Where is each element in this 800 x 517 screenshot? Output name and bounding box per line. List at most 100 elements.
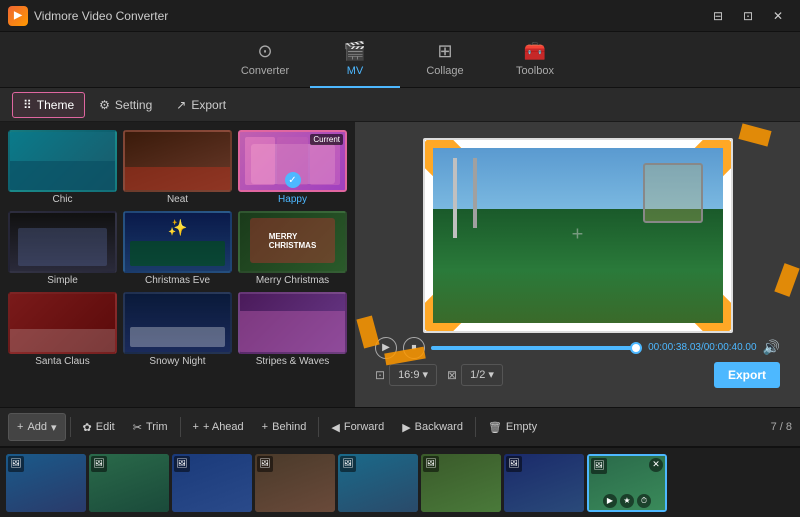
tab-mv[interactable]: 🎬 MV xyxy=(310,32,400,88)
volume-icon[interactable]: 🔊 xyxy=(763,339,780,356)
theme-snowy-night[interactable]: Snowy Night xyxy=(123,292,232,367)
forward-label: Forward xyxy=(344,421,384,433)
resolution-dropdown-icon: ▾ xyxy=(488,368,494,381)
tab-converter[interactable]: ⊙ Converter xyxy=(220,32,310,88)
theme-tab[interactable]: ⠿ Theme xyxy=(12,92,85,118)
edit-button[interactable]: ✿ Edit xyxy=(75,413,123,441)
progress-thumb xyxy=(630,342,642,354)
filmstrip-item-1[interactable]: 🖼 xyxy=(6,454,86,512)
filmstrip-item-5[interactable]: 🖼 xyxy=(338,454,418,512)
close-button[interactable]: ✕ xyxy=(764,6,792,26)
trim-button[interactable]: ✂ Trim xyxy=(125,413,176,441)
nav-tabs: ⊙ Converter 🎬 MV ⊞ Collage 🧰 Toolbox xyxy=(0,32,800,88)
setting-tab[interactable]: ⚙ Setting xyxy=(89,92,162,118)
tab-collage[interactable]: ⊞ Collage xyxy=(400,32,490,88)
theme-snowy-night-label: Snowy Night xyxy=(149,356,205,367)
theme-stripes-waves-thumb xyxy=(238,292,347,354)
resolution-button[interactable]: 1/2 ▾ xyxy=(461,364,503,386)
theme-christmas-eve-label: Christmas Eve xyxy=(145,275,210,286)
empty-trash-icon: 🗑 xyxy=(488,421,502,434)
resolution-value: 1/2 xyxy=(470,369,485,381)
add-clip-plus: + xyxy=(572,224,584,247)
theme-simple[interactable]: Simple xyxy=(8,211,117,286)
add-label: Add xyxy=(27,421,47,433)
tab-toolbox[interactable]: 🧰 Toolbox xyxy=(490,32,580,88)
theme-happy[interactable]: Current ✓ Happy xyxy=(238,130,347,205)
filmstrip-item-8[interactable]: 🖼 ✕ ▶ ★ ⏱ xyxy=(587,454,667,512)
page-count: 7 / 8 xyxy=(771,421,792,433)
sub-toolbar: ⠿ Theme ⚙ Setting ↗ Export xyxy=(0,88,800,122)
ahead-label: + Ahead xyxy=(203,421,244,433)
filmstrip-item-3[interactable]: 🖼 xyxy=(172,454,252,512)
theme-christmas-eve-thumb: ✨ xyxy=(123,211,232,273)
progress-fill xyxy=(431,346,632,350)
theme-christmas-eve[interactable]: ✨ Christmas Eve xyxy=(123,211,232,286)
aspect-ratio-button[interactable]: 16:9 ▾ xyxy=(389,364,437,386)
add-dropdown-icon: ▾ xyxy=(51,421,57,434)
filmstrip-item-6[interactable]: 🖼 xyxy=(421,454,501,512)
tab-collage-label: Collage xyxy=(426,65,463,77)
title-bar-controls: ⊟ ⊡ ✕ xyxy=(704,6,792,26)
aspect-icon: ⊡ xyxy=(375,368,385,382)
ahead-button[interactable]: + + Ahead xyxy=(185,413,252,441)
trim-scissors-icon: ✂ xyxy=(133,421,142,434)
tab-mv-label: MV xyxy=(347,65,364,77)
filmstrip-star-btn[interactable]: ★ xyxy=(620,494,634,508)
behind-label: Behind xyxy=(272,421,306,433)
toolbox-icon: 🧰 xyxy=(524,41,546,62)
theme-neat[interactable]: Neat xyxy=(123,130,232,205)
theme-stripes-waves-label: Stripes & Waves xyxy=(256,356,330,367)
theme-santa-claus-thumb xyxy=(8,292,117,354)
filmstrip-clock-btn[interactable]: ⏱ xyxy=(637,494,651,508)
resolution-icon: ⊠ xyxy=(447,368,457,382)
trim-label: Trim xyxy=(146,421,168,433)
empty-button[interactable]: 🗑 Empty xyxy=(480,413,545,441)
behind-button[interactable]: + Behind xyxy=(254,413,315,441)
filmstrip-icon-3: 🖼 xyxy=(174,456,190,472)
edit-icon: ✿ xyxy=(83,421,92,434)
theme-merry-christmas[interactable]: MERRYCHRISTMAS Merry Christmas xyxy=(238,211,347,286)
theme-simple-label: Simple xyxy=(47,275,78,286)
theme-chic-label: Chic xyxy=(52,194,72,205)
progress-bar[interactable] xyxy=(431,346,642,350)
setting-label: Setting xyxy=(115,98,152,112)
filmstrip-controls-8: ▶ ★ ⏱ xyxy=(603,494,651,508)
filmstrip-item-7[interactable]: 🖼 xyxy=(504,454,584,512)
maximize-button[interactable]: ⊡ xyxy=(734,6,762,26)
player-row1: ▶ ⏹ 00:00:38.03/00:00:40.00 🔊 xyxy=(375,337,780,359)
filmstrip-icon-7: 🖼 xyxy=(506,456,522,472)
export-button[interactable]: Export xyxy=(714,362,780,388)
filmstrip-item-2[interactable]: 🖼 xyxy=(89,454,169,512)
setting-gear-icon: ⚙ xyxy=(99,98,110,112)
filmstrip-icon-2: 🖼 xyxy=(91,456,107,472)
filmstrip-play-btn[interactable]: ▶ xyxy=(603,494,617,508)
app-logo: ▶ xyxy=(8,6,28,26)
theme-neat-label: Neat xyxy=(167,194,188,205)
add-button[interactable]: + Add ▾ xyxy=(8,413,66,441)
theme-santa-claus[interactable]: Santa Claus xyxy=(8,292,117,367)
theme-merry-christmas-thumb: MERRYCHRISTMAS xyxy=(238,211,347,273)
check-badge: ✓ xyxy=(285,172,301,188)
theme-happy-label: Happy xyxy=(278,194,307,205)
filmstrip-item-4[interactable]: 🖼 xyxy=(255,454,335,512)
filmstrip: 🖼 🖼 🖼 🖼 🖼 🖼 🖼 xyxy=(0,447,800,517)
export-label: Export xyxy=(191,98,226,112)
minimize-button[interactable]: ⊟ xyxy=(704,6,732,26)
backward-button[interactable]: ▶ Backward xyxy=(394,413,471,441)
preview-frame: + xyxy=(423,138,733,333)
forward-arrow-icon: ◀ xyxy=(331,421,339,434)
filmstrip-icon-1: 🖼 xyxy=(8,456,24,472)
player-controls: ▶ ⏹ 00:00:38.03/00:00:40.00 🔊 ⊡ 16:9 ▾ ⊠ xyxy=(365,333,790,392)
forward-button[interactable]: ◀ Forward xyxy=(323,413,392,441)
export-arrow-icon: ↗ xyxy=(176,98,186,112)
app-title: Vidmore Video Converter xyxy=(34,9,168,23)
filmstrip-close-8[interactable]: ✕ xyxy=(649,458,663,472)
ahead-plus-icon: + xyxy=(193,421,199,433)
theme-chic-thumb xyxy=(8,130,117,192)
player-row2: ⊡ 16:9 ▾ ⊠ 1/2 ▾ Export xyxy=(375,362,780,388)
theme-stripes-waves[interactable]: Stripes & Waves xyxy=(238,292,347,367)
collage-icon: ⊞ xyxy=(437,41,452,62)
theme-chic[interactable]: Chic xyxy=(8,130,117,205)
export-tab[interactable]: ↗ Export xyxy=(166,92,236,118)
aspect-dropdown-icon: ▾ xyxy=(422,368,428,381)
